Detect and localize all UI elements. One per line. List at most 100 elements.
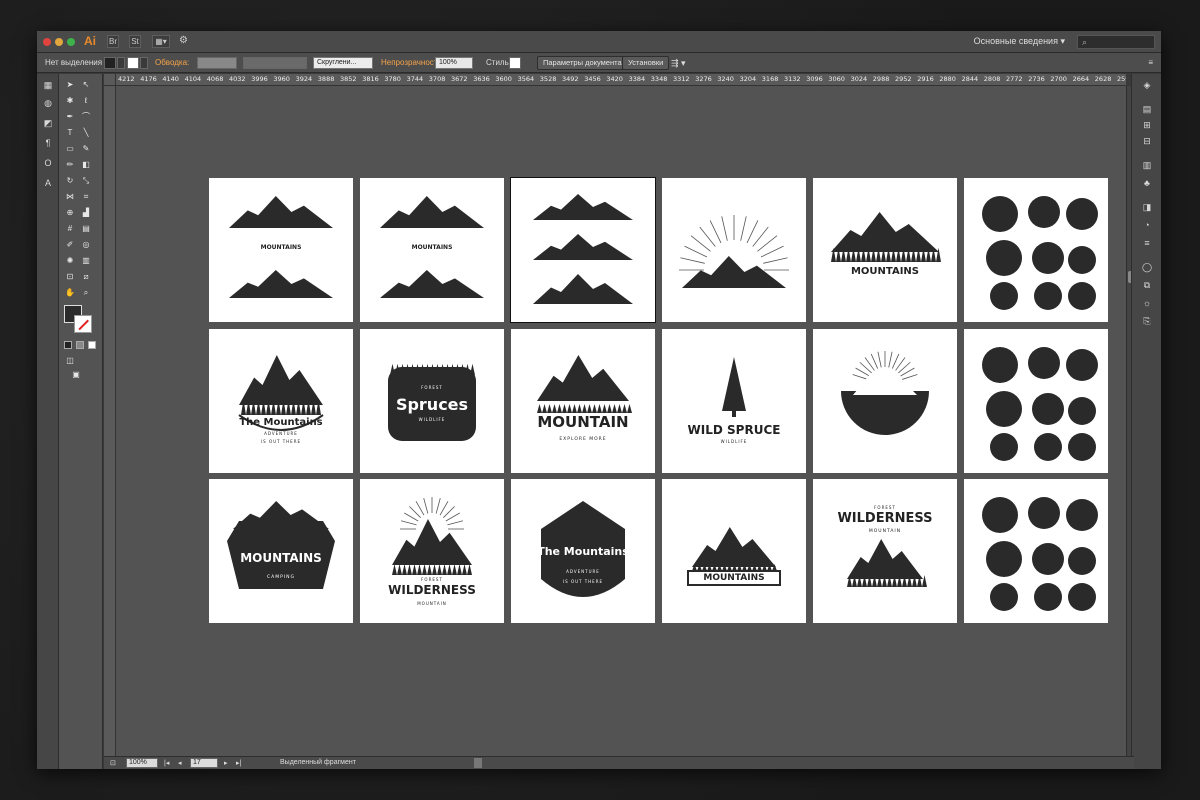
next-artboard-button[interactable]: ▸ xyxy=(224,759,228,767)
artboard[interactable]: MOUNTAINS xyxy=(209,178,353,322)
color-panel-icon[interactable]: ◍ xyxy=(43,98,53,108)
fill-swatch[interactable] xyxy=(104,57,116,69)
align-panel-icon[interactable]: ⊟ xyxy=(1142,136,1152,146)
transparency-panel-icon[interactable]: ☼ xyxy=(1142,298,1152,308)
hand-tool-icon[interactable]: ✋ xyxy=(65,288,75,298)
bridge-button[interactable]: Br xyxy=(107,35,119,48)
direct-selection-tool-icon[interactable]: ↖ xyxy=(81,80,91,90)
layers-panel-icon[interactable]: ◈ xyxy=(1142,80,1152,90)
artboard[interactable]: FOREST WILDERNESS MOUNTAIN xyxy=(360,479,504,623)
rectangle-tool-icon[interactable]: ▭ xyxy=(65,144,75,154)
gpu-performance-icon[interactable]: ⚙ xyxy=(179,35,188,46)
brushes-panel-icon[interactable]: ◔ xyxy=(1142,220,1152,230)
brush-dropdown[interactable]: Скруглени... xyxy=(313,57,373,69)
artboard[interactable]: FOREST WILDERNESS MOUNTAIN xyxy=(813,479,957,623)
width-tool-icon[interactable]: ⋈ xyxy=(65,192,75,202)
prev-artboard-button[interactable]: ◂ xyxy=(178,759,182,767)
current-tool-status[interactable]: Выделенный фрагмент xyxy=(280,759,356,766)
artboard-number-field[interactable]: 17 xyxy=(190,758,218,768)
stock-button[interactable]: St xyxy=(129,35,141,48)
pencil-tool-icon[interactable]: ✏ xyxy=(65,160,75,170)
draw-mode-icon[interactable]: ◫ xyxy=(65,356,75,366)
artboard[interactable]: The Mountains ADVENTURE IS OUT THERE xyxy=(511,479,655,623)
stroke-swatch[interactable] xyxy=(127,57,139,69)
stroke-label[interactable]: Обводка: xyxy=(155,58,189,67)
pathfinder-panel-icon[interactable]: ▥ xyxy=(1142,160,1152,170)
color-mode-button[interactable] xyxy=(64,341,72,349)
artboard[interactable]: MOUNTAINS xyxy=(813,178,957,322)
transform-panel-icon[interactable]: ⊞ xyxy=(1142,120,1152,130)
shape-builder-tool-icon[interactable]: ⊕ xyxy=(65,208,75,218)
free-transform-tool-icon[interactable]: ⌗ xyxy=(81,192,91,202)
artboard-tool-icon[interactable]: ⊡ xyxy=(65,272,75,282)
stroke-panel-icon[interactable]: ≡ xyxy=(1142,238,1152,248)
graphic-style-swatch[interactable] xyxy=(509,57,521,69)
panel-menu-icon[interactable]: ≡ xyxy=(1148,58,1153,67)
arrange-documents-button[interactable]: ▦▾ xyxy=(152,35,170,48)
artboard[interactable]: WILD SPRUCE WILDLIFE xyxy=(662,329,806,473)
artboards-panel-icon[interactable]: ▦ xyxy=(43,80,53,90)
workspace-switcher[interactable]: Основные сведения ▾ xyxy=(974,36,1065,47)
artboard[interactable] xyxy=(662,178,806,322)
pen-tool-icon[interactable]: ✒ xyxy=(65,112,75,122)
swatches-panel-icon[interactable]: ◨ xyxy=(1142,202,1152,212)
symbols-panel-icon[interactable]: ♣ xyxy=(1142,178,1152,188)
stroke-weight-field[interactable] xyxy=(197,57,237,69)
screen-mode-icon[interactable]: ▣ xyxy=(71,370,81,380)
horizontal-ruler[interactable]: 4212 4176 4140 4104 4068 4032 3996 3960 3924 3888… xyxy=(116,74,1126,86)
artboard[interactable]: The Mountains ADVENTURE IS OUT THERE xyxy=(209,329,353,473)
blend-tool-icon[interactable]: ◎ xyxy=(81,240,91,250)
gradient-panel-icon[interactable]: ◩ xyxy=(43,118,53,128)
align-options-icon[interactable]: ⇶ ▾ xyxy=(671,58,686,69)
rotate-tool-icon[interactable]: ↻ xyxy=(65,176,75,186)
paintbrush-tool-icon[interactable]: ✎ xyxy=(81,144,91,154)
artboard[interactable]: MOUNTAINS xyxy=(662,479,806,623)
symbol-sprayer-tool-icon[interactable]: ✺ xyxy=(65,256,75,266)
mesh-tool-icon[interactable]: # xyxy=(65,224,75,234)
artboard[interactable] xyxy=(813,329,957,473)
zoom-field[interactable]: 100% xyxy=(126,758,158,768)
type-tool-icon[interactable]: T xyxy=(65,128,75,138)
scale-tool-icon[interactable]: ⤡ xyxy=(81,176,91,186)
slice-tool-icon[interactable]: ⧄ xyxy=(81,272,91,282)
artboard[interactable]: MOUNTAIN EXPLORE MORE xyxy=(511,329,655,473)
artboard-canvas[interactable]: MOUNTAINS MOUNTAINS MOUNTAINS The Mountains… xyxy=(116,86,1126,756)
artboard[interactable] xyxy=(964,178,1108,322)
appearance-panel-icon[interactable]: ◯ xyxy=(1142,262,1152,272)
eraser-tool-icon[interactable]: ◧ xyxy=(81,160,91,170)
search-input[interactable]: ⌕ xyxy=(1077,35,1155,49)
graph-tool-icon[interactable]: ▥ xyxy=(81,256,91,266)
horizontal-scroll-thumb[interactable] xyxy=(474,758,482,768)
artboard[interactable] xyxy=(964,329,1108,473)
fill-dropdown[interactable] xyxy=(117,57,125,69)
character-panel-icon[interactable]: A xyxy=(43,178,53,188)
artboard[interactable] xyxy=(964,479,1108,623)
preferences-button[interactable]: Установки xyxy=(622,56,670,70)
zoom-window-button[interactable] xyxy=(67,38,75,46)
variable-width-dropdown[interactable] xyxy=(243,57,307,69)
selection-tool-icon[interactable]: ➤ xyxy=(65,80,75,90)
artboard[interactable]: MOUNTAINS xyxy=(360,178,504,322)
minimize-window-button[interactable] xyxy=(55,38,63,46)
line-tool-icon[interactable]: ╲ xyxy=(81,128,91,138)
eyedropper-tool-icon[interactable]: ✐ xyxy=(65,240,75,250)
lasso-tool-icon[interactable]: ℓ xyxy=(81,96,91,106)
links-panel-icon[interactable]: ⎘ xyxy=(1142,316,1152,326)
none-mode-button[interactable] xyxy=(88,341,96,349)
graphic-styles-panel-icon[interactable]: ⧉ xyxy=(1142,280,1152,290)
ruler-origin[interactable] xyxy=(104,74,116,86)
paragraph-panel-icon[interactable]: ¶ xyxy=(43,138,53,148)
zoom-tool-icon[interactable]: ⌕ xyxy=(81,288,91,298)
stroke-color-box[interactable] xyxy=(74,315,92,333)
artboard[interactable]: MOUNTAINS CAMPING xyxy=(209,479,353,623)
close-window-button[interactable] xyxy=(43,38,51,46)
perspective-grid-tool-icon[interactable]: ▟ xyxy=(81,208,91,218)
vertical-ruler[interactable] xyxy=(104,86,116,756)
stroke-dropdown[interactable] xyxy=(140,57,148,69)
opentype-panel-icon[interactable]: O xyxy=(43,158,53,168)
artboard[interactable] xyxy=(510,177,656,323)
first-artboard-button[interactable]: |◂ xyxy=(164,759,169,767)
libraries-panel-icon[interactable]: ▤ xyxy=(1142,104,1152,114)
gradient-mode-button[interactable] xyxy=(76,341,84,349)
curvature-tool-icon[interactable]: ⌒ xyxy=(81,112,91,122)
